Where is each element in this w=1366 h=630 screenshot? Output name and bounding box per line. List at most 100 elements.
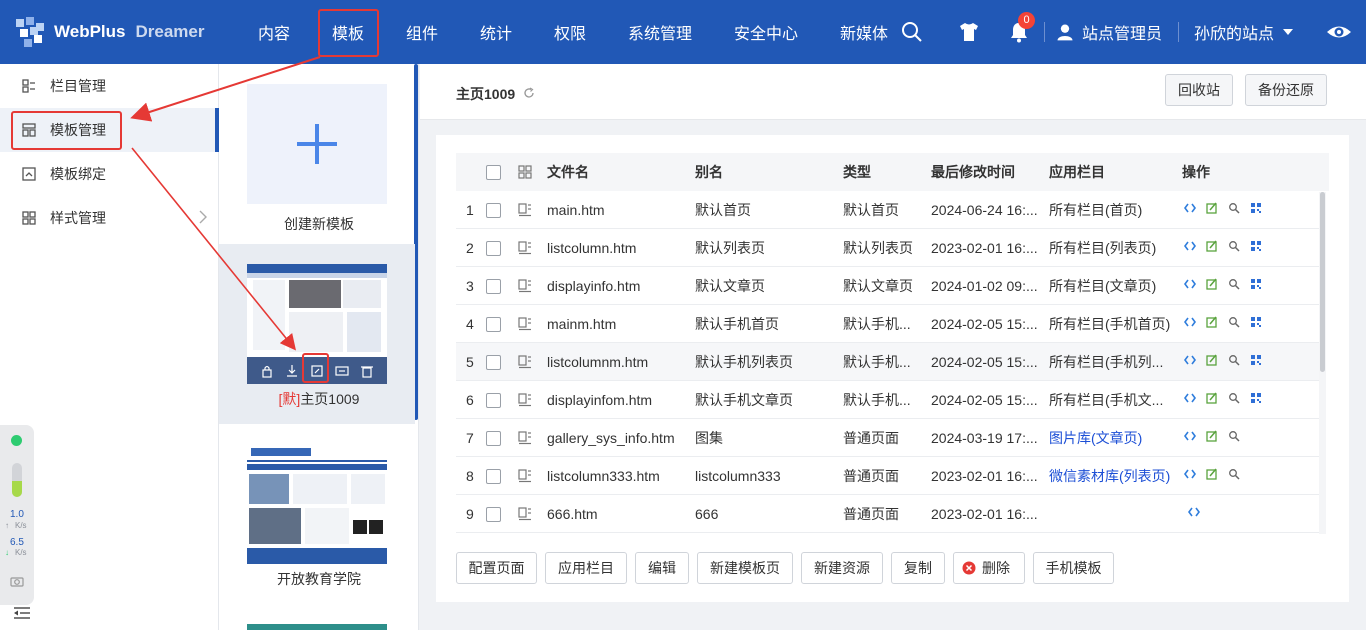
- qrcode-icon[interactable]: [1250, 240, 1262, 252]
- site-selector[interactable]: 孙欣的站点: [1194, 0, 1274, 64]
- table-row[interactable]: 5 listcolumnm.htm 默认手机列表页 默认手机... 2024-02-05…: [456, 343, 1321, 381]
- template-thumbnail[interactable]: [247, 264, 387, 357]
- search-icon[interactable]: [900, 20, 924, 44]
- search-icon[interactable]: [1228, 392, 1240, 404]
- qrcode-icon[interactable]: [1250, 354, 1262, 366]
- qrcode-icon[interactable]: [1250, 278, 1262, 290]
- search-icon[interactable]: [1228, 240, 1240, 252]
- edit-icon[interactable]: [1206, 468, 1218, 480]
- row-checkbox[interactable]: [486, 203, 501, 218]
- source-code-icon[interactable]: [1188, 506, 1200, 518]
- row-checkbox[interactable]: [486, 393, 501, 408]
- table-row[interactable]: 7 gallery_sys_info.htm 图集 普通页面 2024-03-19 17…: [456, 419, 1321, 457]
- recycle-bin-button[interactable]: 回收站: [1165, 74, 1233, 106]
- row-applied-column[interactable]: 微信素材库(列表页): [1049, 457, 1170, 495]
- row-filename[interactable]: listcolumn.htm: [547, 229, 636, 267]
- backup-restore-button[interactable]: 备份还原: [1245, 74, 1327, 106]
- edit-icon[interactable]: [1206, 202, 1218, 214]
- table-row[interactable]: 2 listcolumn.htm 默认列表页 默认列表页 2023-02-01 16:.…: [456, 229, 1321, 267]
- row-checkbox[interactable]: [486, 431, 501, 446]
- row-checkbox[interactable]: [486, 241, 501, 256]
- trash-icon[interactable]: [360, 364, 374, 378]
- source-code-icon[interactable]: [1184, 468, 1196, 480]
- table-row[interactable]: 9 666.htm 666 普通页面 2023-02-01 16:...: [456, 495, 1321, 533]
- download-icon[interactable]: [285, 364, 299, 378]
- preview-icon[interactable]: [335, 364, 349, 378]
- header-column[interactable]: 应用栏目: [1049, 153, 1105, 191]
- collapse-menu-icon[interactable]: [14, 607, 30, 619]
- grid-view-icon[interactable]: [518, 165, 532, 179]
- row-filename[interactable]: 666.htm: [547, 495, 598, 533]
- edit-icon[interactable]: [1206, 240, 1218, 252]
- lock-icon[interactable]: [260, 364, 274, 378]
- header-filename[interactable]: 文件名: [547, 153, 589, 191]
- caret-down-icon[interactable]: [1280, 20, 1296, 44]
- source-code-icon[interactable]: [1184, 430, 1196, 442]
- user-menu[interactable]: 站点管理员: [1082, 0, 1162, 64]
- mobile-template-button[interactable]: 手机模板: [1033, 552, 1114, 584]
- row-checkbox[interactable]: [486, 279, 501, 294]
- qrcode-icon[interactable]: [1250, 316, 1262, 328]
- source-code-icon[interactable]: [1184, 392, 1196, 404]
- logo[interactable]: WebPlus Dreamer: [14, 14, 214, 50]
- source-code-icon[interactable]: [1184, 316, 1196, 328]
- row-filename[interactable]: main.htm: [547, 191, 605, 229]
- row-filename[interactable]: listcolumnm.htm: [547, 343, 648, 381]
- refresh-icon[interactable]: [523, 87, 535, 99]
- sidebar-item-styles[interactable]: 样式管理: [0, 196, 219, 240]
- copy-button[interactable]: 复制: [891, 552, 945, 584]
- sidebar-item-columns[interactable]: 栏目管理: [0, 64, 219, 108]
- row-filename[interactable]: displayinfom.htm: [547, 381, 652, 419]
- source-code-icon[interactable]: [1184, 202, 1196, 214]
- table-row[interactable]: 4 mainm.htm 默认手机首页 默认手机... 2024-02-05 15:...…: [456, 305, 1321, 343]
- table-row[interactable]: 3 displayinfo.htm 默认文章页 默认文章页 2024-01-02 09:…: [456, 267, 1321, 305]
- table-row[interactable]: 6 displayinfom.htm 默认手机文章页 默认手机... 2024-02-0…: [456, 381, 1321, 419]
- scrollbar-thumb[interactable]: [1320, 192, 1325, 372]
- nav-item-permission[interactable]: 权限: [554, 0, 586, 64]
- header-alias[interactable]: 别名: [695, 153, 723, 191]
- header-type[interactable]: 类型: [843, 153, 871, 191]
- delete-button[interactable]: 删除: [953, 552, 1025, 584]
- header-modified[interactable]: 最后修改时间: [931, 153, 1015, 191]
- nav-item-stats[interactable]: 统计: [480, 0, 512, 64]
- edit-button[interactable]: 编辑: [635, 552, 689, 584]
- template-thumbnail[interactable]: [247, 624, 387, 630]
- select-all-checkbox[interactable]: [486, 165, 501, 180]
- edit-icon[interactable]: [1206, 354, 1218, 366]
- nav-item-component[interactable]: 组件: [406, 0, 438, 64]
- row-filename[interactable]: displayinfo.htm: [547, 267, 640, 305]
- qrcode-icon[interactable]: [1250, 202, 1262, 214]
- sidebar-item-binding[interactable]: 模板绑定: [0, 152, 219, 196]
- source-code-icon[interactable]: [1184, 240, 1196, 252]
- row-filename[interactable]: mainm.htm: [547, 305, 616, 343]
- new-resource-button[interactable]: 新建资源: [801, 552, 883, 584]
- edit-icon[interactable]: [1206, 430, 1218, 442]
- search-icon[interactable]: [1228, 316, 1240, 328]
- table-row[interactable]: 8 listcolumn333.htm listcolumn333 普通页面 2023-…: [456, 457, 1321, 495]
- camera-icon[interactable]: [10, 575, 24, 587]
- theme-shirt-icon[interactable]: [957, 20, 981, 44]
- search-icon[interactable]: [1228, 468, 1240, 480]
- row-applied-column[interactable]: 图片库(文章页): [1049, 419, 1142, 457]
- apply-column-button[interactable]: 应用栏目: [545, 552, 627, 584]
- eye-icon[interactable]: [1326, 20, 1352, 44]
- configure-page-button[interactable]: 配置页面: [456, 552, 537, 584]
- row-checkbox[interactable]: [486, 469, 501, 484]
- nav-item-system[interactable]: 系统管理: [628, 0, 692, 64]
- source-code-icon[interactable]: [1184, 354, 1196, 366]
- row-filename[interactable]: listcolumn333.htm: [547, 457, 660, 495]
- nav-item-content[interactable]: 内容: [258, 0, 290, 64]
- row-checkbox[interactable]: [486, 355, 501, 370]
- search-icon[interactable]: [1228, 202, 1240, 214]
- new-template-page-button[interactable]: 新建模板页: [697, 552, 793, 584]
- edit-icon[interactable]: [1206, 392, 1218, 404]
- create-template-card[interactable]: [247, 84, 387, 204]
- table-row[interactable]: 1 main.htm 默认首页 默认首页 2024-06-24 16:... 所有栏目(首…: [456, 191, 1321, 229]
- template-thumbnail[interactable]: [247, 444, 387, 564]
- chevron-right-icon[interactable]: [198, 210, 208, 224]
- source-code-icon[interactable]: [1184, 278, 1196, 290]
- search-icon[interactable]: [1228, 430, 1240, 442]
- row-checkbox[interactable]: [486, 507, 501, 522]
- search-icon[interactable]: [1228, 354, 1240, 366]
- edit-icon[interactable]: [1206, 316, 1218, 328]
